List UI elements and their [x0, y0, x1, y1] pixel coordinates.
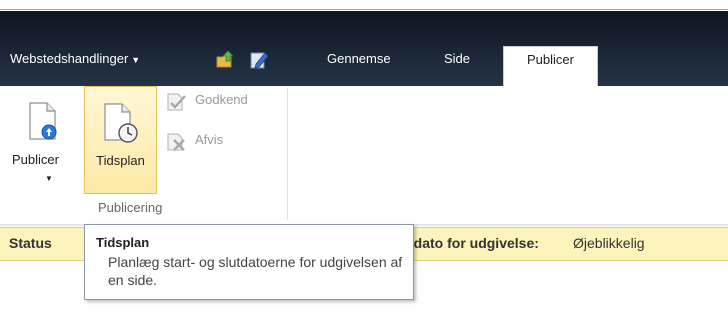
document-publish-icon — [27, 102, 61, 145]
reject-icon — [167, 133, 185, 151]
chevron-down-icon: ▼ — [131, 55, 141, 65]
publicer-button-label: Publicer — [12, 152, 59, 167]
tab-publicer[interactable]: Publicer — [503, 46, 598, 86]
publicer-button[interactable]: Publicer ▼ — [8, 86, 80, 186]
status-date-label: tdato for udgivelse: — [409, 235, 539, 251]
approve-icon — [167, 93, 186, 111]
tab-side[interactable]: Side — [444, 51, 470, 66]
ribbon-group-divider — [287, 88, 288, 220]
status-date-value: Øjeblikkelig — [573, 235, 645, 251]
chevron-down-icon: ▼ — [45, 174, 53, 183]
tooltip-body: Planlæg start- og slutdatoerne for udgiv… — [108, 254, 403, 288]
tidsplan-button-label: Tidsplan — [96, 153, 145, 168]
navigate-up-icon[interactable] — [216, 50, 236, 70]
edit-page-icon[interactable] — [249, 50, 269, 70]
tooltip-title: Tidsplan — [96, 235, 150, 250]
site-actions-label: Webstedshandlinger — [10, 51, 129, 66]
tooltip: Tidsplan Planlæg start- og slutdatoerne … — [84, 224, 414, 300]
godkend-label: Godkend — [195, 92, 248, 107]
afvis-label: Afvis — [195, 132, 224, 147]
ribbon-title-bar — [0, 11, 728, 86]
window-top-edge — [0, 0, 728, 10]
tab-gennemse[interactable]: Gennemse — [327, 51, 391, 66]
group-label-publicering: Publicering — [98, 200, 163, 215]
document-clock-icon — [102, 103, 140, 148]
site-actions-menu[interactable]: Webstedshandlinger ▼ — [10, 51, 140, 66]
status-label: Status — [9, 235, 52, 251]
tidsplan-button[interactable]: Tidsplan — [84, 86, 157, 194]
